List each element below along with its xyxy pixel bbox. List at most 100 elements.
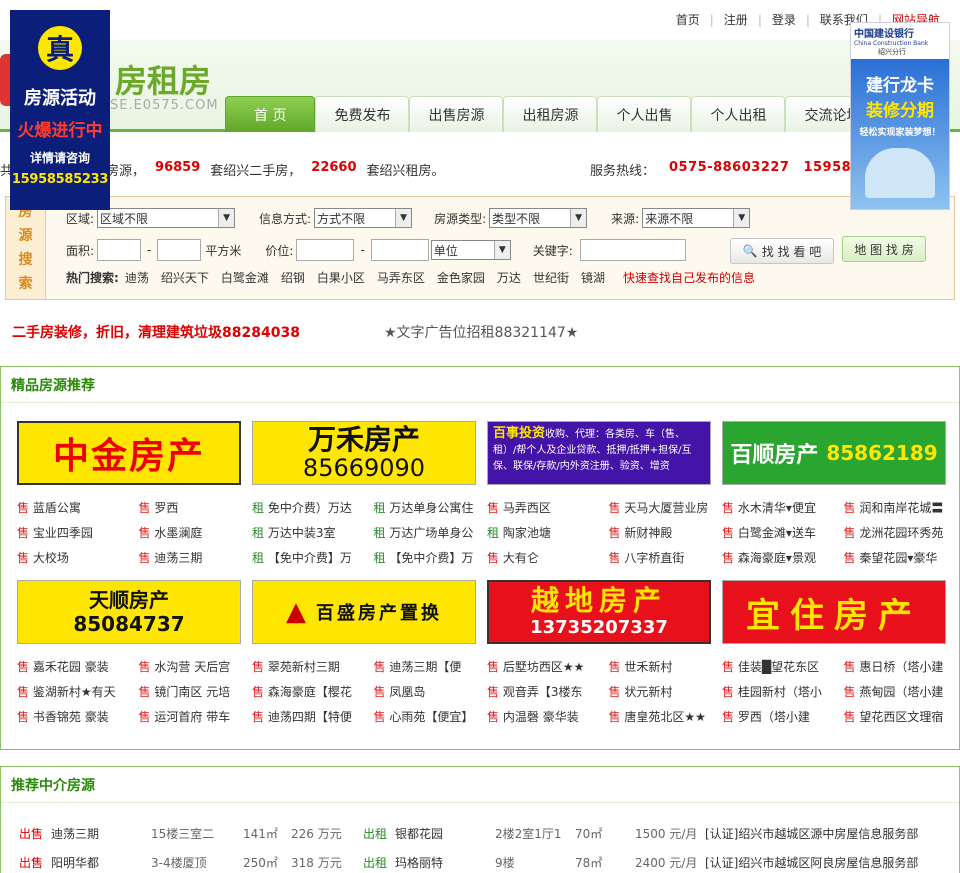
text-ad-left[interactable]: 二手房装修，折旧，清理建筑垃圾88284038: [12, 322, 300, 342]
banner-yuedi[interactable]: 越地房产 13735207337: [487, 580, 711, 644]
banner-zhongjin[interactable]: 中金房产: [17, 421, 241, 485]
banner-tianshun[interactable]: 天顺房产 85084737: [17, 580, 241, 644]
price-min-input[interactable]: [296, 239, 355, 261]
hot-search-link[interactable]: 迪荡: [125, 269, 149, 286]
listing-link[interactable]: 迪荡四期【特便: [268, 708, 364, 725]
listing-link[interactable]: 【免中介费】万: [389, 549, 477, 566]
banner-yizhu[interactable]: 宜住房产: [722, 580, 946, 644]
hot-search-link[interactable]: 世纪街: [533, 269, 569, 286]
hot-search-link[interactable]: 镜湖: [581, 269, 605, 286]
listing-link[interactable]: 书香锦苑 豪装: [33, 708, 129, 725]
top-link-register[interactable]: 注册: [714, 11, 758, 28]
hot-search-link[interactable]: 马弄东区: [377, 269, 425, 286]
listing-link[interactable]: 天马大厦营业房: [624, 499, 712, 516]
listing-link[interactable]: 万达中装3室: [268, 524, 364, 541]
top-link-home[interactable]: 首页: [666, 11, 710, 28]
method-select[interactable]: 方式不限 ▼: [314, 208, 413, 228]
find-my-posts-link[interactable]: 快速查找自己发布的信息: [623, 269, 755, 286]
hot-search-link[interactable]: 绍钢: [281, 269, 305, 286]
listing-type-tag: 售: [138, 685, 151, 699]
listing-link[interactable]: 镜门南区 元培: [154, 683, 242, 700]
type-select[interactable]: 类型不限 ▼: [489, 208, 588, 228]
search-button[interactable]: 🔍 找 找 看 吧: [730, 238, 834, 264]
hot-search-link[interactable]: 金色家园: [437, 269, 485, 286]
agency-link[interactable]: [认证]绍兴市越城区阿良房屋信息服务部: [705, 854, 935, 871]
nav-tab-personal-rent[interactable]: 个人出租: [691, 96, 786, 132]
agency-link[interactable]: [认证]绍兴市越城区源中房屋信息服务部: [705, 825, 935, 842]
listing-link[interactable]: 水木清华▾便宜: [738, 499, 834, 516]
listing-link[interactable]: 凤凰岛: [389, 683, 477, 700]
hot-search-link[interactable]: 白鹭金滩: [221, 269, 269, 286]
listing-link[interactable]: 燕甸园（塔小建: [859, 683, 947, 700]
listing-link[interactable]: 望花西区文理宿: [859, 708, 947, 725]
map-search-button[interactable]: 地 图 找 房: [842, 236, 926, 262]
listing-link[interactable]: 龙洲花园环秀苑: [859, 524, 947, 541]
listing-link[interactable]: 免中介费）万达: [268, 499, 364, 516]
listing-link[interactable]: 迪荡三期: [51, 825, 151, 842]
listing-link[interactable]: 森海豪庭【樱花: [268, 683, 364, 700]
listing-link[interactable]: 翠苑新村三期: [268, 658, 364, 675]
listing-link[interactable]: 佳装█望花东区: [738, 658, 834, 675]
top-link-login[interactable]: 登录: [762, 11, 806, 28]
listing-link[interactable]: 银都花园: [395, 825, 495, 842]
area-select[interactable]: 区域不限 ▼: [97, 208, 236, 228]
logo-title[interactable]: 房租房: [115, 56, 211, 102]
floating-ad-right[interactable]: 中国建设银行 China Construction Bank 绍兴分行 建行龙卡…: [850, 22, 950, 210]
listing-link[interactable]: 罗西（塔小建: [738, 708, 834, 725]
listing-link[interactable]: 白鹭金滩▾送车: [738, 524, 834, 541]
banner-baisheng[interactable]: ▲ 百盛房产置换: [252, 580, 476, 644]
nav-tab-rent[interactable]: 出租房源: [503, 96, 598, 132]
nav-tab-home[interactable]: 首 页: [225, 96, 316, 132]
listing-link[interactable]: 世禾新村: [624, 658, 712, 675]
source-select[interactable]: 来源不限 ▼: [642, 208, 751, 228]
listing-link[interactable]: 陶家池塘: [503, 524, 599, 541]
hot-search-link[interactable]: 绍兴天下: [161, 269, 209, 286]
listing-link[interactable]: 鉴湖新村★有天: [33, 683, 129, 700]
listing-link[interactable]: 万达广场单身公: [389, 524, 477, 541]
listing-link[interactable]: 嘉禾花园 豪装: [33, 658, 129, 675]
listing-link[interactable]: 观音弄【3楼东: [503, 683, 599, 700]
hot-search-link[interactable]: 万达: [497, 269, 521, 286]
listing-link[interactable]: 大校场: [33, 549, 129, 566]
listing-link[interactable]: 玛格丽特: [395, 854, 495, 871]
listing-link[interactable]: 蓝盾公寓: [33, 499, 129, 516]
banner-wanhe[interactable]: 万禾房产 85669090: [252, 421, 476, 485]
listing-link[interactable]: 迪荡三期【便: [389, 658, 477, 675]
listing-link[interactable]: 桂园新村（塔小: [738, 683, 834, 700]
listing-link[interactable]: 唐皇苑北区★★: [624, 708, 712, 725]
listing-link[interactable]: 八字桥直街: [624, 549, 712, 566]
listing-link[interactable]: 大有仑: [503, 549, 599, 566]
listing-link[interactable]: 万达单身公寓住: [389, 499, 477, 516]
banner-baishi[interactable]: 百事投资收购、代理：各类房、车（售、租）/帮个人及企业贷款、抵押/抵押+担保/互…: [487, 421, 711, 485]
listing-link[interactable]: 心雨苑【便宜】: [389, 708, 477, 725]
listing-link[interactable]: 后墅坊西区★★: [503, 658, 599, 675]
size-max-input[interactable]: [157, 239, 202, 261]
nav-tab-personal-sale[interactable]: 个人出售: [597, 96, 692, 132]
listing-link[interactable]: 水沟营 天后宫: [154, 658, 242, 675]
price-unit-select[interactable]: 单位 ▼: [430, 240, 511, 260]
price-max-input[interactable]: [370, 239, 429, 261]
listing-link[interactable]: 马弄西区: [503, 499, 599, 516]
listing-link[interactable]: 运河首府 带车: [154, 708, 242, 725]
listing-link[interactable]: 森海豪庭▾景观: [738, 549, 834, 566]
hot-search-link[interactable]: 白果小区: [317, 269, 365, 286]
listing-link[interactable]: 润和南岸花城〓: [859, 499, 947, 516]
size-min-input[interactable]: [97, 239, 142, 261]
listing-link[interactable]: 新财神殿: [624, 524, 712, 541]
nav-tab-sale[interactable]: 出售房源: [409, 96, 504, 132]
listing-link[interactable]: 罗西: [154, 499, 242, 516]
listing-link[interactable]: 内温磬 豪华装: [503, 708, 599, 725]
floating-ad-left[interactable]: 真 房源活动 火爆进行中 详情请咨询 15958585233: [10, 10, 110, 210]
listing-link[interactable]: 惠日桥（塔小建: [859, 658, 947, 675]
keyword-input[interactable]: [579, 239, 686, 261]
nav-tab-free-post[interactable]: 免费发布: [315, 96, 410, 132]
listing-link[interactable]: 迪荡三期: [154, 549, 242, 566]
listing-link[interactable]: 宝业四季园: [33, 524, 129, 541]
listing-link[interactable]: 秦望花园▾豪华: [859, 549, 947, 566]
listing-link[interactable]: 阳明华都: [51, 854, 151, 871]
listing-link[interactable]: 状元新村: [624, 683, 712, 700]
text-ad-right[interactable]: ★文字广告位招租88321147★: [384, 322, 578, 342]
listing-link[interactable]: 水墨澜庭: [154, 524, 242, 541]
listing-link[interactable]: 【免中介费】万: [268, 549, 364, 566]
banner-baishun[interactable]: 百顺房产 85862189: [722, 421, 946, 485]
